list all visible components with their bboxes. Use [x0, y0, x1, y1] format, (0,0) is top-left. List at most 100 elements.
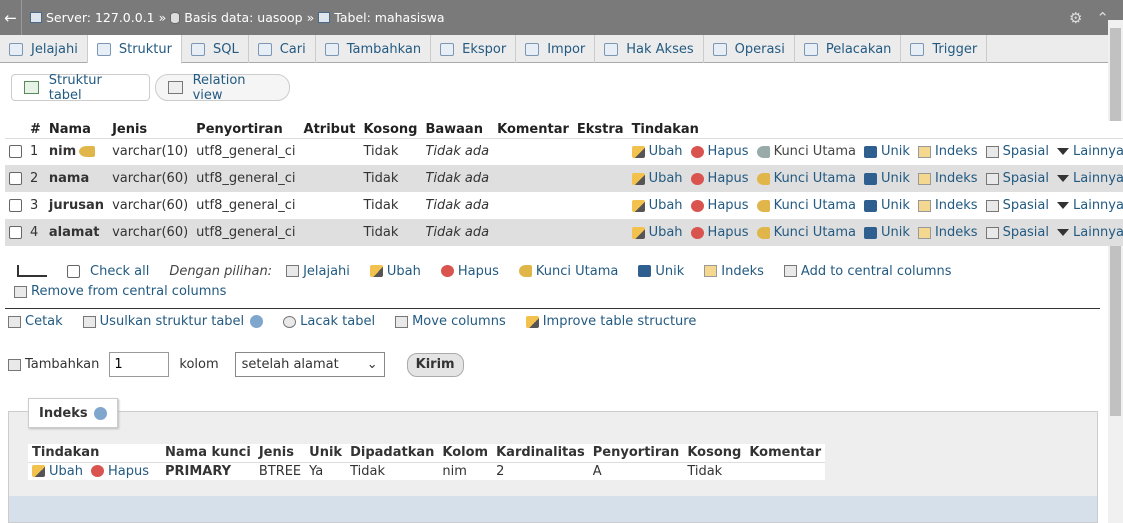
help-icon[interactable] [250, 315, 264, 328]
arrow-icon [17, 265, 47, 277]
improve-structure-button[interactable]: Improve table structure [525, 314, 696, 329]
action-primary-button[interactable]: Kunci Utama [756, 171, 856, 186]
tab-cari[interactable]: Cari [249, 35, 316, 63]
bulk-index-button[interactable]: Indeks [704, 264, 764, 279]
action-primary-button[interactable]: Kunci Utama [756, 198, 856, 213]
action-spatial-button[interactable]: Spasial [985, 171, 1049, 186]
bulk-unique-button[interactable]: Unik [638, 264, 684, 279]
pencil-icon [369, 265, 383, 277]
index-actions: Ubah Hapus [28, 462, 161, 480]
vertical-scrollbar[interactable] [1108, 20, 1123, 523]
tab-ekspor[interactable]: Ekspor [431, 35, 517, 63]
action-index-button[interactable]: Indeks [917, 144, 978, 159]
unique-icon [864, 145, 878, 158]
action-label: Spasial [1002, 198, 1049, 213]
delete-icon [440, 265, 454, 277]
relation-view-button[interactable]: Relation view [155, 73, 290, 103]
action-drop-button[interactable]: Hapus [690, 144, 749, 159]
action-index-button[interactable]: Indeks [917, 198, 978, 213]
indexes-legend[interactable]: Indeks [28, 398, 118, 428]
row-checkbox-cell [5, 138, 26, 165]
action-more-button[interactable]: Lainnya [1057, 225, 1123, 240]
submit-button[interactable]: Kirim [406, 352, 464, 377]
action-unique-button[interactable]: Unik [864, 198, 910, 213]
column-collation: utf8_general_ci [192, 219, 300, 246]
action-unique-button[interactable]: Unik [864, 225, 910, 240]
kolom-label: kolom [179, 357, 219, 372]
tab-struktur[interactable]: Struktur [87, 35, 182, 64]
propose-structure-button[interactable]: Usulkan struktur tabel [82, 314, 264, 329]
action-edit-button[interactable]: Ubah [631, 198, 683, 213]
action-drop-button[interactable]: Hapus [690, 225, 749, 240]
column-count-input[interactable] [109, 352, 170, 377]
bulk-drop-button[interactable]: Hapus [440, 264, 499, 279]
check-all-label[interactable]: Check all [90, 264, 149, 279]
action-spatial-button[interactable]: Spasial [985, 225, 1049, 240]
track-table-button[interactable]: Lacak tabel [283, 314, 375, 329]
breadcrumb-database[interactable]: Basis data: uasoop [184, 10, 302, 25]
action-more-button[interactable]: Lainnya [1057, 144, 1123, 159]
tab-tambahkan[interactable]: Tambahkan [316, 35, 432, 63]
breadcrumb-table[interactable]: Tabel: mahasiswa [334, 10, 444, 25]
column-comment [493, 219, 573, 246]
action-unique-button[interactable]: Unik [864, 144, 910, 159]
index-column: nim [442, 463, 467, 479]
pencil-icon [32, 465, 45, 478]
action-drop-button[interactable]: Hapus [690, 171, 749, 186]
row-checkbox[interactable] [9, 199, 22, 212]
triangle-down-icon [1057, 202, 1069, 209]
action-edit-button[interactable]: Ubah [631, 225, 683, 240]
row-checkbox[interactable] [9, 172, 22, 185]
action-primary-button[interactable]: Kunci Utama [756, 225, 856, 240]
action-spatial-button[interactable]: Spasial [985, 144, 1049, 159]
tab-operasi[interactable]: Operasi [704, 35, 795, 63]
remove-central-columns-button[interactable]: Remove from central columns [14, 284, 226, 299]
index-drop-button[interactable]: Hapus [90, 464, 149, 479]
index-column-header: Penyortiran [588, 444, 684, 463]
gear-icon[interactable]: ⚙ [1069, 9, 1082, 27]
tab-jelajahi[interactable]: Jelajahi [0, 35, 88, 63]
print-button[interactable]: Cetak [8, 314, 63, 329]
tab-label: Cari [279, 41, 306, 57]
column-header: Jenis [108, 121, 193, 139]
tab-sql[interactable]: SQL [182, 35, 249, 63]
position-select[interactable]: setelah alamat ⌄ [234, 352, 385, 377]
tab-pelacakan[interactable]: Pelacakan [795, 35, 902, 63]
row-checkbox[interactable] [9, 145, 22, 159]
row-checkbox-cell [5, 192, 26, 219]
bulk-primary-button[interactable]: Kunci Utama [518, 264, 618, 279]
move-columns-button[interactable]: Move columns [395, 314, 506, 329]
add-central-columns-button[interactable]: Add to central columns [783, 264, 952, 279]
action-index-button[interactable]: Indeks [917, 171, 978, 186]
action-spatial-button[interactable]: Spasial [985, 198, 1049, 213]
primary-key-icon [79, 146, 96, 158]
bulk-browse-button[interactable]: Jelajahi [286, 264, 350, 279]
action-drop-button[interactable]: Hapus [690, 198, 749, 213]
action-more-button[interactable]: Lainnya [1057, 171, 1123, 186]
back-arrow-icon[interactable]: ← [0, 0, 22, 35]
tab-hak-akses[interactable]: Hak Akses [595, 35, 704, 63]
action-more-button[interactable]: Lainnya [1057, 198, 1123, 213]
action-unique-button[interactable]: Unik [864, 171, 910, 186]
tab-trigger[interactable]: Trigger [901, 35, 988, 63]
bulk-edit-button[interactable]: Ubah [369, 264, 421, 279]
column-header: Bawaan [421, 121, 494, 139]
index-edit-button[interactable]: Ubah [32, 464, 83, 479]
help-icon[interactable] [93, 406, 107, 420]
action-primary-button[interactable]: Kunci Utama [756, 144, 856, 159]
divider [5, 308, 1100, 309]
index-null: Tidak [687, 463, 723, 479]
check-all-checkbox[interactable] [67, 264, 80, 278]
action-edit-button[interactable]: Ubah [631, 171, 683, 186]
breadcrumb-server[interactable]: Server: 127.0.0.1 [46, 10, 155, 25]
tab-impor[interactable]: Impor [516, 35, 596, 63]
action-index-button[interactable]: Indeks [917, 225, 978, 240]
action-edit-button[interactable]: Ubah [631, 144, 683, 159]
position-select-value: setelah alamat [241, 357, 339, 372]
tab-label: Struktur [118, 41, 172, 57]
structure-table-button[interactable]: Struktur tabel [11, 73, 150, 103]
indexes-table: Tindakan Nama kunci Jenis Unik Dipadatkan Kol… [28, 444, 826, 480]
column-collation: utf8_general_ci [192, 165, 300, 192]
key-icon [756, 199, 770, 212]
row-checkbox[interactable] [9, 226, 22, 239]
